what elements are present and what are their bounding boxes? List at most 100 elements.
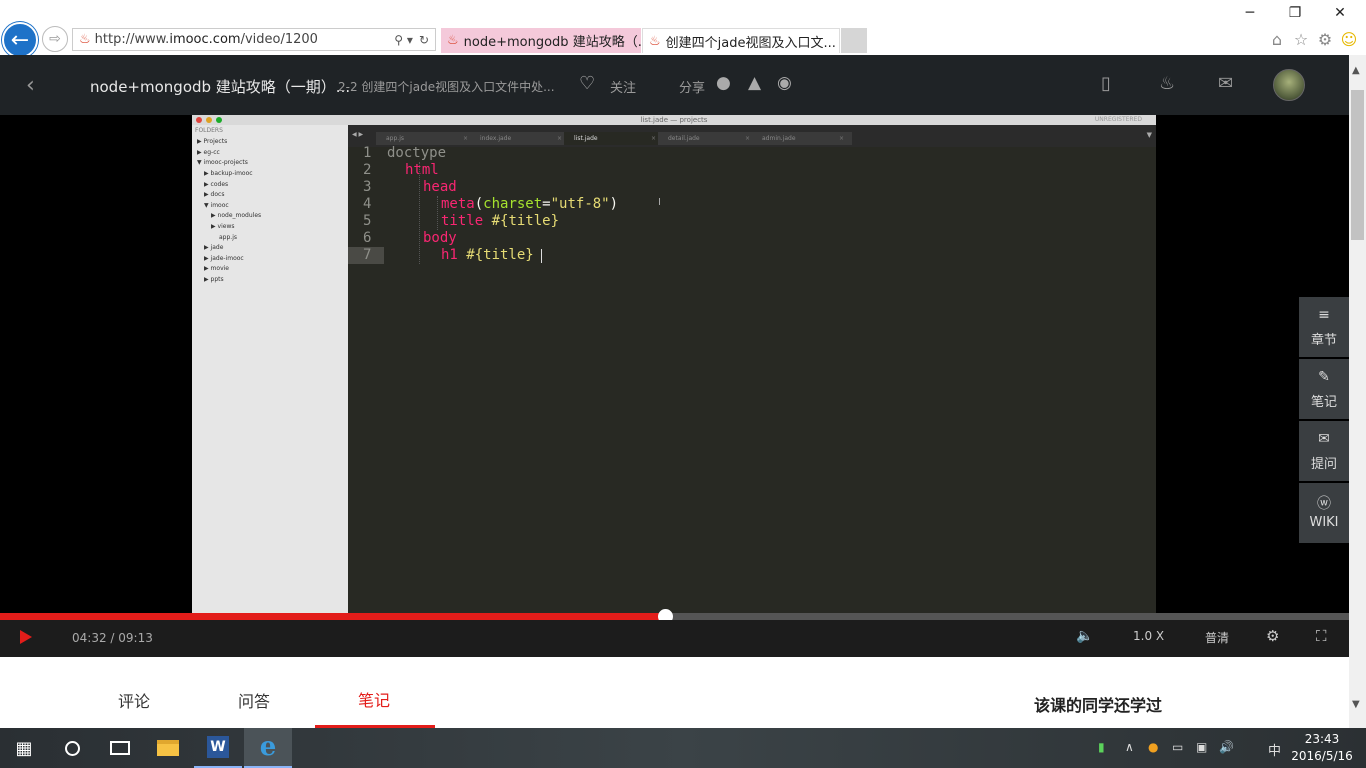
tray-device-icon[interactable]: ▭ (1172, 740, 1183, 754)
folder-item: ▼ imooc (204, 202, 229, 209)
weibo-icon[interactable]: ◉ (777, 73, 792, 93)
scroll-thumb[interactable] (1351, 90, 1364, 240)
browser-back-button[interactable]: ← (2, 22, 38, 58)
file-explorer-icon[interactable] (144, 728, 192, 768)
smiley-feedback-icon[interactable]: ☺ (1338, 30, 1360, 49)
show-hidden-icons-chevron-icon[interactable]: ∧ (1125, 740, 1134, 754)
browser-tab-course[interactable]: ♨ node+mongodb 建站攻略（... (441, 28, 641, 53)
line-gutter: 1 2 3 4 5 6 7 (348, 145, 384, 265)
minimize-button[interactable]: ─ (1240, 5, 1260, 21)
tab-label: node+mongodb 建站攻略（... (463, 35, 641, 50)
imooc-favicon-icon: ♨ (447, 33, 459, 48)
imooc-favicon-icon: ♨ (649, 33, 661, 49)
refresh-icon[interactable]: ↻ (419, 33, 429, 47)
qq-icon[interactable]: ▲ (748, 73, 761, 93)
taskbar-clock[interactable]: 23:43 2016/5/16 (1290, 731, 1354, 765)
restore-button[interactable]: ❐ (1285, 5, 1305, 21)
close-window-button[interactable]: ✕ (1330, 5, 1350, 21)
wiki-icon: ⓦ (1317, 496, 1331, 512)
cortana-search-icon[interactable] (48, 728, 96, 768)
folder-item: ▶ node_modules (211, 212, 262, 219)
code-line-7: h1 #{title} (441, 247, 534, 263)
playback-speed[interactable]: 1.0 X (1133, 629, 1164, 643)
playback-time: 04:32 / 09:13 (72, 631, 153, 645)
mail-icon[interactable]: ✉ (1218, 73, 1233, 94)
notes-tool-button[interactable]: ✎ 笔记 (1299, 359, 1349, 419)
line-number: 3 (363, 179, 372, 195)
unregistered-label: UNREGISTERED (1094, 116, 1142, 123)
quality-selector[interactable]: 普清 (1205, 629, 1229, 646)
windows-taskbar: ▦ W e ▮ ∧ ● ▭ ▣ 🔊 中 23:43 2016/5/16 (0, 728, 1366, 768)
ask-tool-button[interactable]: ✉ 提问 (1299, 421, 1349, 481)
tab-nav-arrows-icon: ◀ ▶ (352, 131, 364, 138)
folders-header: FOLDERS (195, 127, 223, 134)
progress-fill (0, 613, 665, 620)
editor-tab: index.jade × (470, 132, 570, 145)
player-controls: 04:32 / 09:13 🔈 1.0 X 普清 ⚙ ⛶ (0, 620, 1349, 657)
network-icon[interactable]: ▣ (1196, 740, 1207, 754)
page-scrollbar[interactable]: ▲ ▼ (1349, 55, 1366, 728)
tool-label: 章节 (1310, 333, 1337, 348)
editor-tab: app.js × (376, 132, 476, 145)
text-cursor (541, 249, 542, 263)
folder-item: ▶ jade-imooc (204, 255, 244, 262)
pencil-icon: ✎ (1318, 369, 1330, 385)
back-arrow-icon[interactable]: ‹ (26, 73, 35, 98)
editor-tab: detail.jade × (658, 132, 758, 145)
browser-forward-button[interactable]: ⇨ (42, 26, 68, 52)
video-frame-sublime-editor: list.jade — projects UNREGISTERED FOLDER… (192, 115, 1156, 614)
settings-gear-icon[interactable]: ⚙ (1314, 30, 1336, 49)
tray-app-icon[interactable]: ● (1148, 740, 1158, 754)
home-icon[interactable]: ⌂ (1266, 30, 1288, 49)
editor-tabbar: ◀ ▶ app.js × index.jade × list.jade × detai… (348, 125, 1156, 147)
scroll-down-icon[interactable]: ▼ (1352, 699, 1360, 710)
folder-item: ▶ Projects (197, 138, 228, 145)
follow-button[interactable]: 关注 (610, 77, 636, 96)
line-number: 5 (363, 213, 372, 229)
address-url: http://www.imooc.com/video/1200 (94, 32, 318, 47)
folder-item: ▶ backup-imooc (204, 170, 253, 177)
tab-notes[interactable]: 笔记 (358, 687, 390, 711)
chapters-tool-button[interactable]: ≡ 章节 (1299, 297, 1349, 357)
settings-gear-icon[interactable]: ⚙ (1266, 627, 1279, 645)
word-app-icon[interactable]: W (194, 728, 242, 768)
address-bar[interactable]: ♨ http://www.imooc.com/video/1200 ⚲ ▾ ↻ (72, 28, 436, 51)
scroll-up-icon[interactable]: ▲ (1352, 65, 1360, 76)
folder-item: ▶ jade (204, 244, 224, 251)
code-line-5: title #{title} (441, 213, 560, 229)
close-dot-icon (196, 117, 202, 123)
chapter-title: 2-2 创建四个jade视图及入口文件中处... (338, 80, 555, 94)
speaker-volume-icon[interactable]: 🔊 (1219, 740, 1234, 754)
tab-qa[interactable]: 问答 (238, 688, 270, 712)
chapters-list-icon: ≡ (1318, 307, 1330, 323)
favorites-star-icon[interactable]: ☆ (1290, 30, 1312, 49)
user-avatar[interactable] (1273, 69, 1305, 101)
line-number: 4 (363, 196, 372, 212)
tool-label: 笔记 (1310, 395, 1337, 410)
wiki-tool-button[interactable]: ⓦ WIKI (1299, 483, 1349, 543)
fullscreen-icon[interactable]: ⛶ (1316, 627, 1327, 645)
windows-start-icon[interactable]: ▦ (0, 728, 48, 768)
volume-icon[interactable]: 🔈 (1076, 628, 1093, 644)
play-icon[interactable] (20, 630, 32, 644)
task-view-icon[interactable] (96, 728, 144, 768)
indent-guide (437, 196, 438, 230)
file-item: app.js (219, 234, 237, 241)
code-line-1: doctype (387, 145, 447, 161)
wechat-icon[interactable]: ● (716, 73, 731, 93)
tab-comments[interactable]: 评论 (118, 688, 150, 712)
folder-item: ▶ views (211, 223, 235, 230)
internet-explorer-icon[interactable]: e (244, 728, 292, 768)
notification-bell-icon[interactable]: ♨ (1159, 73, 1175, 94)
battery-icon[interactable]: ▮ (1098, 740, 1105, 754)
minimize-dot-icon (206, 117, 212, 123)
address-search-icon[interactable]: ⚲ ▾ (394, 33, 413, 47)
browser-tab-current[interactable]: ♨ 创建四个jade视图及入口文... ✕ (642, 28, 840, 53)
mobile-icon[interactable]: ▯ (1101, 73, 1111, 94)
heart-icon[interactable]: ♡ (579, 73, 595, 94)
ime-indicator[interactable]: 中 (1268, 740, 1281, 759)
code-line-6: body (423, 230, 457, 246)
course-title[interactable]: node+mongodb 建站攻略（一期）... (90, 76, 350, 97)
editor-tab: admin.jade × (752, 132, 852, 145)
new-tab-button[interactable] (841, 28, 867, 53)
